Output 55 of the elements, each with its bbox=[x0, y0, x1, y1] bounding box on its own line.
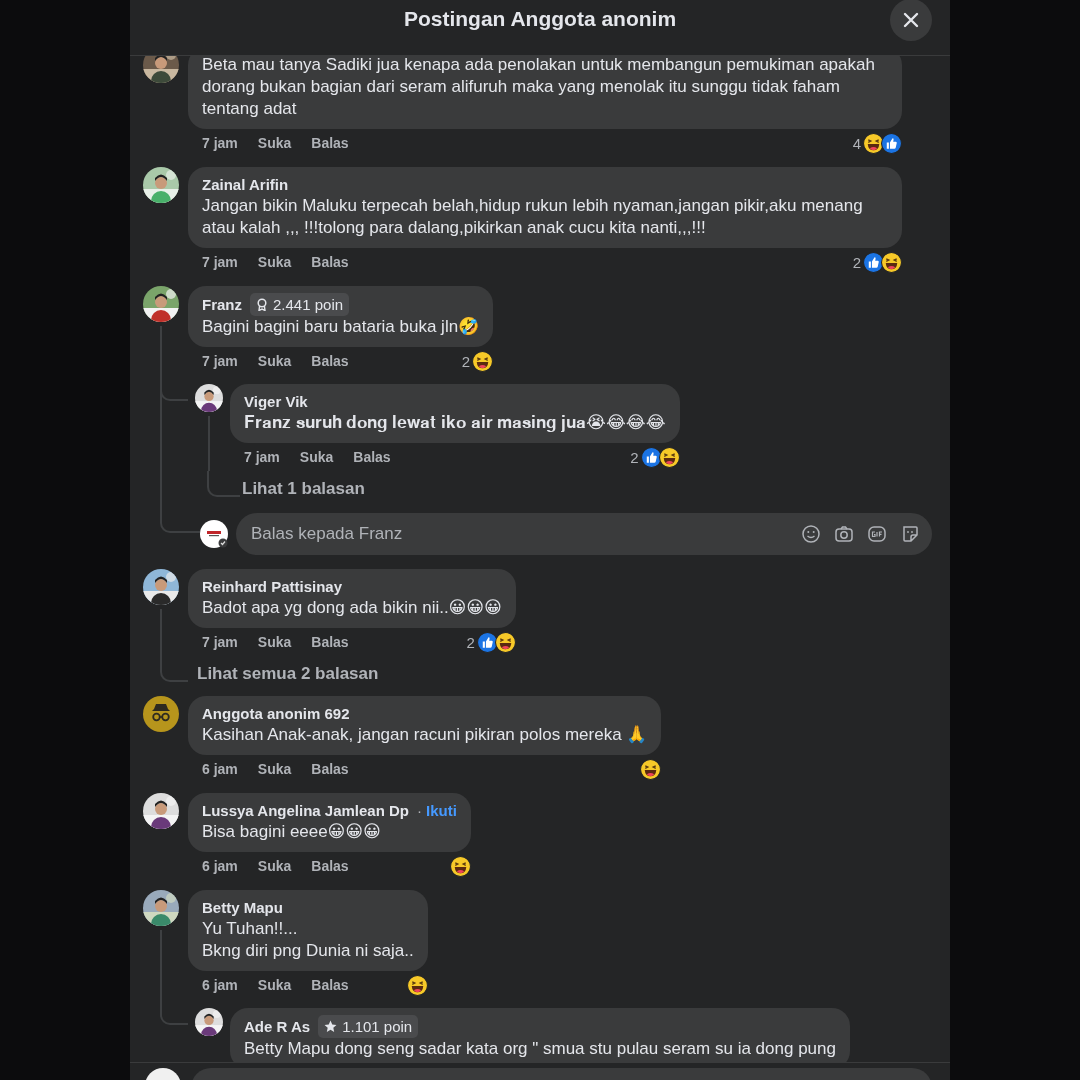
comment-text: 𝐅𝐫𝐚𝐧𝐳 𝐬𝐮𝐫𝐮𝐡 𝐝𝐨𝐧𝐠 𝐥𝐞𝐰𝐚𝐭 𝐢𝐤𝐨 𝐚𝐢𝐫 𝐦𝐚𝐬𝐢𝐧𝐠 𝐣𝐮𝐚😭😂😂😂 bbox=[244, 412, 666, 434]
reply-link[interactable]: Balas bbox=[311, 761, 349, 777]
like-link[interactable]: Suka bbox=[257, 353, 292, 369]
reply-link[interactable]: Balas bbox=[311, 858, 349, 874]
reply-input[interactable]: Balas kepada Franz bbox=[249, 523, 788, 545]
follow-link[interactable]: Ikuti bbox=[426, 800, 457, 821]
comment-text: Bagini bagini baru bataria buka jln🤣 bbox=[202, 316, 480, 338]
author-name[interactable]: Betty Mapu bbox=[202, 897, 283, 918]
comment-time[interactable]: 7 jam bbox=[202, 254, 238, 270]
comment-text: Beta mau tanya Sadiki jua kenapa ada penolakan untuk membangun pemukiman apakah dorang bukan bagian dari seram alifuruh maka yang menolak itu sunggu tidak faham tentang adat bbox=[202, 56, 876, 120]
points-text: 2.441 poin bbox=[273, 295, 344, 315]
view-replies-link[interactable]: Lihat 1 balasan bbox=[242, 477, 365, 501]
comment-time[interactable]: 6 jam bbox=[202, 761, 238, 777]
comment-time[interactable]: 7 jam bbox=[202, 135, 238, 151]
author-name[interactable]: Lussya Angelina Jamlean Dp bbox=[202, 800, 409, 821]
like-link[interactable]: Suka bbox=[257, 977, 292, 993]
like-link[interactable]: Suka bbox=[257, 135, 292, 151]
reply-link[interactable]: Balas bbox=[353, 449, 391, 465]
comment-time[interactable]: 6 jam bbox=[202, 977, 238, 993]
comment-text: Kasihan Anak-anak, jangan racuni pikiran polos mereka 🙏 bbox=[202, 724, 648, 746]
author-name[interactable]: Reinhard Pattisinay bbox=[202, 576, 343, 597]
comment-text: Yu Tuhan!!... Bkng diri png Dunia ni saja.. bbox=[202, 918, 414, 962]
author-name[interactable]: Franz bbox=[202, 294, 242, 315]
author-name[interactable]: Anggota anonim 692 bbox=[202, 703, 350, 724]
points-text: 1.101 poin bbox=[342, 1017, 413, 1037]
comment-time[interactable]: 7 jam bbox=[202, 353, 238, 369]
like-link[interactable]: Suka bbox=[257, 254, 292, 270]
reply-bar[interactable]: Balas kepada Franz bbox=[236, 513, 932, 555]
reply-link[interactable]: Balas bbox=[311, 634, 349, 650]
reply-link[interactable]: Balas bbox=[311, 977, 349, 993]
comment-time[interactable]: 7 jam bbox=[202, 634, 238, 650]
reaction-count[interactable]: 2 bbox=[630, 448, 639, 466]
like-link[interactable]: Suka bbox=[257, 761, 292, 777]
reaction-count[interactable]: 2 bbox=[461, 352, 471, 370]
separator-dot: · bbox=[417, 801, 422, 821]
comment-text: Jangan bikin Maluku terpecah belah,hidup rukun lebih nyaman,jangan pikir,aku menang atau kalah ,,, !!!tolong para dalang,pikirkan anak cucu kita nanti,,,!!! bbox=[202, 195, 864, 239]
comment-time[interactable]: 6 jam bbox=[202, 858, 238, 874]
reply-link[interactable]: Balas bbox=[311, 353, 349, 369]
reply-link[interactable]: Balas bbox=[311, 254, 349, 270]
like-link[interactable]: Suka bbox=[257, 858, 292, 874]
comment-text: Betty Mapu dong seng sadar kata org " smua stu pulau seram su ia dong pung bbox=[244, 1038, 836, 1060]
reaction-count[interactable]: 2 bbox=[852, 253, 861, 271]
author-name[interactable]: Viger Vik bbox=[244, 391, 308, 412]
author-name[interactable]: Ade R As bbox=[244, 1016, 311, 1037]
view-replies-link[interactable]: Lihat semua 2 balasan bbox=[197, 662, 379, 686]
comment-text: Bisa bagini eeee😀😀😀 bbox=[202, 821, 382, 843]
comment-time[interactable]: 7 jam bbox=[244, 449, 280, 465]
reaction-count[interactable]: 2 bbox=[466, 633, 475, 651]
like-link[interactable]: Suka bbox=[299, 449, 334, 465]
modal-title: Postingan Anggota anonim bbox=[403, 7, 677, 31]
like-link[interactable]: Suka bbox=[257, 634, 292, 650]
author-name[interactable]: Zainal Arifin bbox=[202, 174, 289, 195]
reply-link[interactable]: Balas bbox=[311, 135, 349, 151]
reaction-count[interactable]: 4 bbox=[852, 134, 861, 152]
comment-text: Badot apa yg dong ada bikin nii..😀😀😀 bbox=[202, 597, 502, 619]
